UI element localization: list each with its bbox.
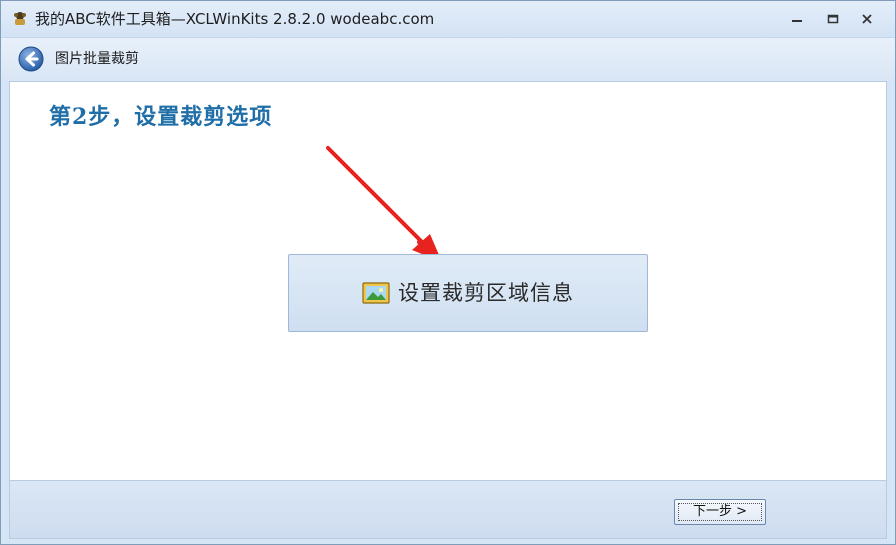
maximize-icon — [827, 14, 839, 24]
app-window: 我的ABC软件工具箱—XCLWinKits 2.8.2.0 wodeabc.co… — [0, 0, 896, 545]
close-icon — [862, 14, 872, 24]
next-step-button[interactable]: 下一步 > — [674, 499, 766, 525]
crop-button-label: 设置裁剪区域信息 — [398, 281, 574, 305]
minimize-button[interactable] — [784, 9, 810, 29]
app-icon — [14, 12, 26, 25]
nav-bar: 图片批量裁剪 — [1, 37, 895, 81]
maximize-button[interactable] — [820, 9, 846, 29]
nav-title: 图片批量裁剪 — [55, 51, 139, 67]
main-content: 第2步，设置裁剪选项 设置裁剪区域信息 — [9, 81, 887, 481]
red-arrow-annotation — [326, 146, 442, 262]
set-crop-area-button[interactable]: 设置裁剪区域信息 — [288, 254, 648, 332]
focus-ring — [678, 503, 762, 521]
footer-bar: 下一步 > — [9, 481, 887, 539]
title-bar[interactable]: 我的ABC软件工具箱—XCLWinKits 2.8.2.0 wodeabc.co… — [1, 1, 895, 37]
step-title: 第2步，设置裁剪选项 — [49, 104, 273, 130]
minimize-icon — [792, 20, 802, 22]
window-title: 我的ABC软件工具箱—XCLWinKits 2.8.2.0 wodeabc.co… — [35, 10, 435, 28]
image-icon — [362, 282, 390, 304]
back-arrow-icon[interactable] — [18, 46, 44, 72]
close-button[interactable] — [854, 9, 880, 29]
